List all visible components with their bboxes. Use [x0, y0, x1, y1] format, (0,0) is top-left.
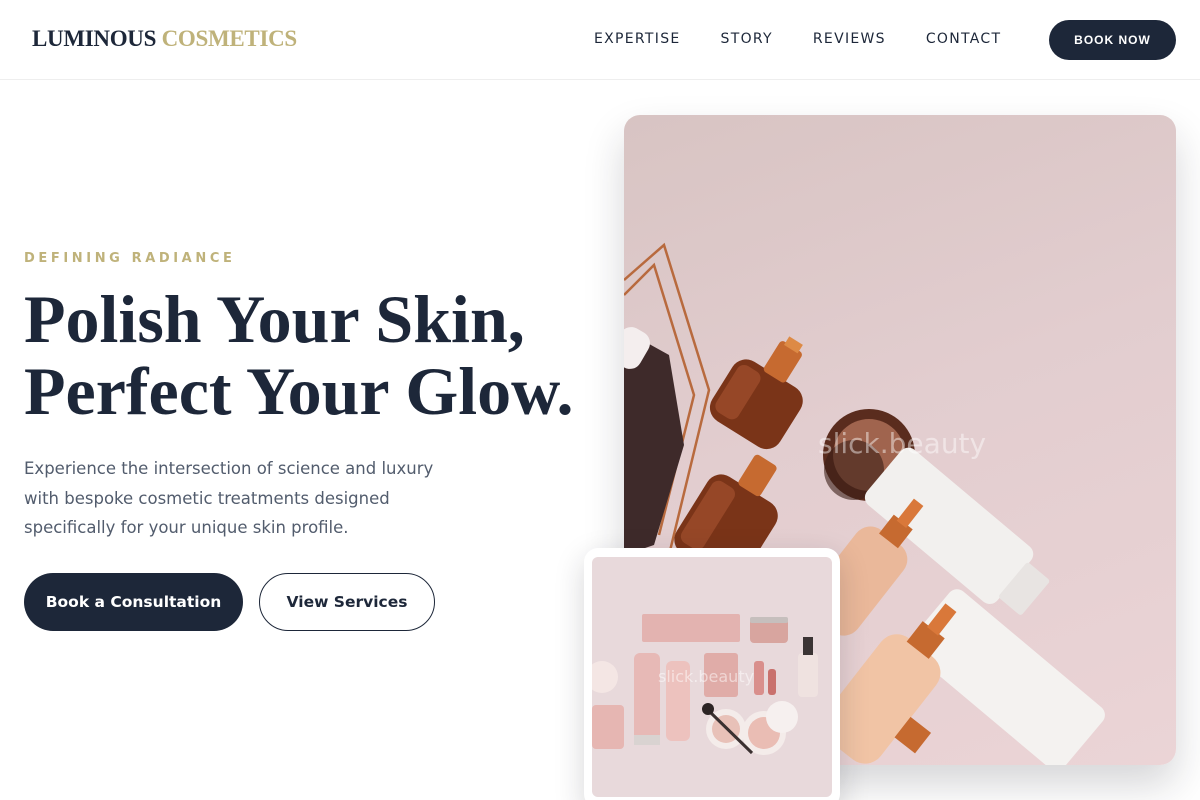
nav-link-story[interactable]: STORY [721, 31, 773, 47]
hero-description: Experience the intersection of science a… [24, 459, 434, 537]
nav-link-expertise[interactable]: EXPERTISE [594, 31, 681, 47]
brand-logo[interactable]: LUMINOUS COSMETICS [32, 26, 297, 52]
image-watermark: slick.beauty [818, 427, 987, 460]
nav-link-contact[interactable]: CONTACT [926, 31, 1002, 47]
main-nav: EXPERTISE STORY REVIEWS CONTACT [594, 31, 1001, 47]
product-flatlay-image: slick.beauty [592, 557, 832, 797]
book-now-button[interactable]: BOOK NOW [1049, 20, 1176, 60]
product-thumbnail-card: slick.beauty [584, 548, 840, 800]
hero-eyebrow: DEFINING RADIANCE [24, 251, 236, 266]
view-services-button[interactable]: View Services [259, 573, 435, 631]
hero-headline: Polish Your Skin, Perfect Your Glow. [24, 283, 574, 427]
book-consultation-button[interactable]: Book a Consultation [24, 573, 243, 631]
nav-link-reviews[interactable]: REVIEWS [813, 31, 886, 47]
logo-word-cosmetics: COSMETICS [161, 26, 298, 51]
logo-word-luminous: LUMINOUS [32, 26, 157, 51]
site-header: LUMINOUS COSMETICS EXPERTISE STORY REVIE… [0, 0, 1200, 80]
headline-line-2: Perfect Your Glow. [24, 353, 574, 429]
thumbnail-watermark: slick.beauty [658, 667, 755, 686]
headline-line-1: Polish Your Skin, [24, 281, 525, 357]
